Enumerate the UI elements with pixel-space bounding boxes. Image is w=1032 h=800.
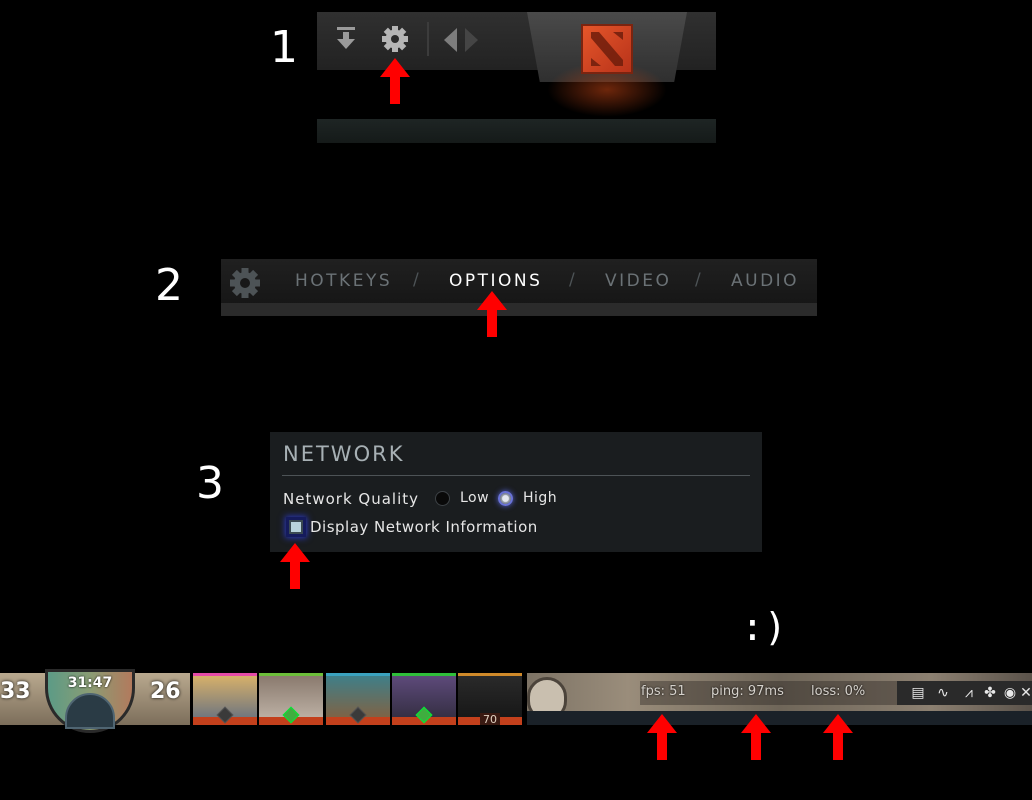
- step-number-2: 2: [155, 260, 183, 311]
- arrow-pointer-loss: [823, 714, 853, 760]
- network-settings-panel: NETWORK Network Quality Low High Display…: [270, 432, 762, 552]
- radiant-score: 33: [0, 679, 31, 704]
- hero-portrait-1[interactable]: [193, 673, 257, 725]
- dire-score: 26: [150, 679, 181, 704]
- top-bar-lower-strip: [317, 119, 716, 143]
- network-quality-high-label[interactable]: High: [523, 490, 557, 506]
- hero-respawn-timer: 70: [480, 713, 500, 725]
- hero-portrait-2[interactable]: [259, 673, 323, 725]
- game-clock: 31:47: [67, 675, 113, 691]
- display-network-info-checkbox[interactable]: [289, 520, 303, 534]
- arrow-pointer-1: [380, 58, 410, 104]
- network-quality-low-radio[interactable]: [435, 491, 450, 506]
- smiley-text: :): [741, 605, 787, 649]
- tab-video[interactable]: VIDEO: [605, 271, 671, 291]
- network-quality-low-label[interactable]: Low: [460, 490, 489, 506]
- hero-portrait-4[interactable]: [392, 673, 456, 725]
- hud-icon-tray: ▤ ∿ ⩘ ✤ ◉ ✕: [897, 681, 1032, 705]
- tab-options[interactable]: OPTIONS: [449, 271, 542, 291]
- gear-icon[interactable]: [381, 25, 409, 53]
- xp-graph-icon[interactable]: ∿: [932, 684, 954, 702]
- tab-audio[interactable]: AUDIO: [731, 271, 799, 291]
- close-icon[interactable]: ✕: [1019, 684, 1032, 702]
- network-quality-label: Network Quality: [283, 490, 419, 508]
- section-divider: [282, 475, 750, 476]
- clipboard-icon[interactable]: ▤: [910, 684, 926, 702]
- gold-graph-icon[interactable]: ⩘: [958, 684, 980, 702]
- hero-portrait-3[interactable]: [326, 673, 390, 725]
- tab-separator: /: [569, 270, 575, 290]
- arrow-pointer-fps: [647, 714, 677, 760]
- gear-icon: [229, 267, 261, 299]
- hero-portrait-5[interactable]: 70: [458, 673, 522, 725]
- dota-logo[interactable]: [581, 24, 633, 74]
- network-quality-high-radio[interactable]: [498, 491, 513, 506]
- settings-tab-bar: HOTKEYS / OPTIONS / VIDEO / AUDIO: [221, 259, 817, 316]
- download-icon[interactable]: [335, 26, 357, 52]
- arrow-pointer-3: [280, 543, 310, 589]
- left-right-arrows-icon[interactable]: [443, 27, 481, 53]
- tab-separator: /: [413, 270, 419, 290]
- dashboard-top-bar: [317, 12, 716, 143]
- step-number-3: 3: [196, 458, 224, 509]
- step-number-1: 1: [270, 22, 298, 73]
- tab-hotkeys[interactable]: HOTKEYS: [295, 271, 392, 291]
- game-hud-top-bar: 33 26 31:47 70 fps: 51 ping: 97ms loss: …: [0, 669, 1032, 733]
- top-bar-divider: [427, 22, 429, 56]
- hud-right-lower-strip: [527, 711, 1032, 725]
- loss-readout: loss: 0%: [811, 684, 866, 699]
- network-section-title: NETWORK: [283, 442, 405, 466]
- ping-readout: ping: 97ms: [711, 684, 784, 699]
- display-network-info-label[interactable]: Display Network Information: [310, 518, 538, 536]
- settings-tab-bar-lower: [221, 303, 817, 315]
- fps-readout: fps: 51: [641, 684, 686, 699]
- arrow-pointer-2: [477, 291, 507, 337]
- arrow-pointer-ping: [741, 714, 771, 760]
- eye-icon[interactable]: ◉: [1001, 684, 1019, 702]
- tab-separator: /: [695, 270, 701, 290]
- paw-icon[interactable]: ✤: [982, 684, 998, 702]
